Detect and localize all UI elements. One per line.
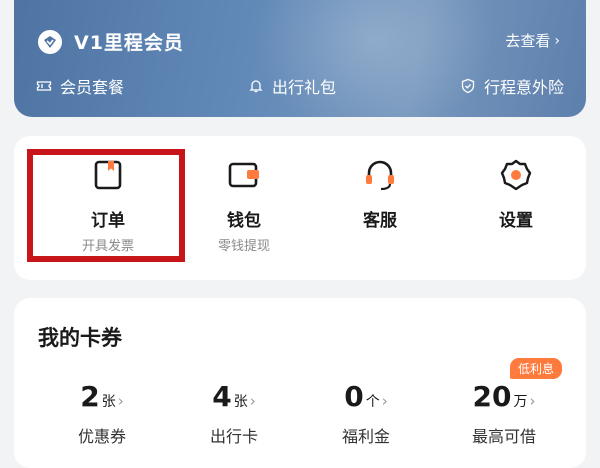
stat-unit: 张 <box>233 394 248 410</box>
action-label: 钱包 <box>227 211 261 231</box>
shield-check-icon <box>461 78 475 94</box>
customer-service-button[interactable]: 客服 <box>310 158 450 231</box>
stat-value: 0 <box>344 380 364 413</box>
chevron-right-icon: › <box>381 392 388 410</box>
stat-value: 4 <box>212 380 232 413</box>
my-coupons-card: 我的卡券 低利息 2 张 › 优惠券 4 张 › 出行卡 0 个 › 福利金 20 万 › 最高… <box>14 298 586 468</box>
action-sublabel: 零钱提现 <box>217 239 270 254</box>
action-label: 客服 <box>363 211 397 231</box>
low-interest-badge: 低利息 <box>510 358 563 379</box>
benefit-travel-gift[interactable]: 出行礼包 <box>248 74 336 98</box>
stat-label: 优惠券 <box>77 427 126 446</box>
see-more-label: 去查看 <box>505 32 551 50</box>
coupons-title: 我的卡券 <box>38 326 122 350</box>
settings-button[interactable]: 设置 <box>446 158 586 231</box>
stat-label: 福利金 <box>341 427 390 446</box>
chevron-right-icon: › <box>117 392 124 410</box>
membership-banner[interactable]: V1里程会员 去查看 › 会员套餐 出行礼包 行程意外险 <box>14 0 586 117</box>
stat-unit: 个 <box>365 394 380 410</box>
benefit-label: 会员套餐 <box>60 78 125 97</box>
benefit-label: 出行礼包 <box>271 78 336 97</box>
chevron-right-icon: › <box>554 32 560 49</box>
coupon-stat-vouchers[interactable]: 2 张 › 优惠券 <box>42 380 162 447</box>
stat-label: 最高可借 <box>471 427 536 446</box>
stat-unit: 万 <box>513 394 528 410</box>
membership-header: V1里程会员 <box>38 28 184 55</box>
ticket-icon <box>36 81 52 91</box>
benefit-trip-insurance[interactable]: 行程意外险 <box>460 74 564 98</box>
gear-icon <box>500 159 532 191</box>
membership-benefits: 会员套餐 出行礼包 行程意外险 <box>36 74 564 98</box>
bell-icon <box>249 80 263 93</box>
see-more-link[interactable]: 去查看 › <box>505 30 560 51</box>
headset-icon <box>366 160 394 191</box>
wallet-button[interactable]: 钱包 零钱提现 <box>174 158 314 254</box>
highlight-box <box>27 149 185 262</box>
benefit-label: 行程意外险 <box>483 78 564 97</box>
membership-logo-icon <box>38 29 62 54</box>
stat-label: 出行卡 <box>209 427 258 446</box>
stat-value: 20 <box>472 380 512 413</box>
stat-value: 2 <box>80 380 100 413</box>
stat-unit: 张 <box>101 394 116 410</box>
membership-title: V1里程会员 <box>74 32 184 54</box>
action-label: 设置 <box>499 211 533 231</box>
coupon-stat-welfare[interactable]: 0 个 › 福利金 <box>306 380 426 447</box>
coupon-stat-credit-limit[interactable]: 20 万 › 最高可借 <box>444 380 564 447</box>
benefit-member-package[interactable]: 会员套餐 <box>36 74 124 98</box>
chevron-right-icon: › <box>529 392 536 410</box>
chevron-right-icon: › <box>249 392 256 410</box>
coupon-stat-travel-cards[interactable]: 4 张 › 出行卡 <box>174 380 294 447</box>
wallet-icon <box>228 162 259 188</box>
